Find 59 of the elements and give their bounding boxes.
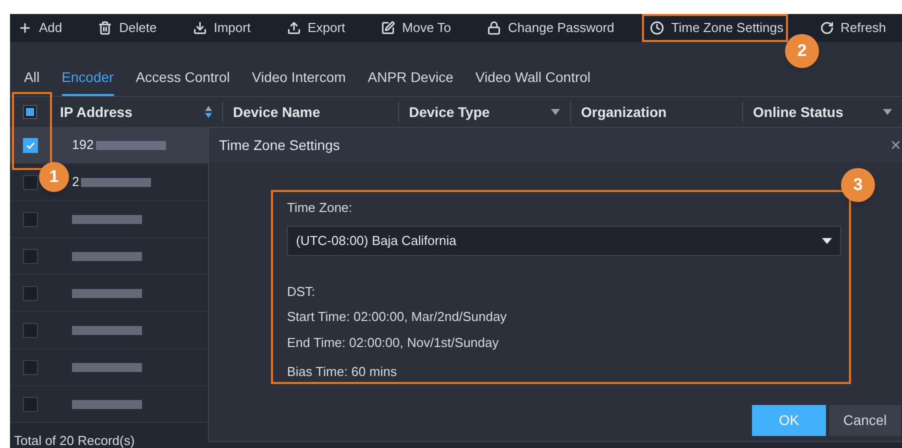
dialog-title: Time Zone Settings — [219, 136, 340, 155]
blurred-ip-address — [96, 140, 166, 150]
end-time-text: End Time: 02:00:00, Nov/1st/Sunday — [287, 334, 500, 352]
column-header: Device Type — [409, 102, 490, 122]
lock-icon — [487, 21, 502, 35]
column-header: Online Status — [753, 102, 844, 122]
checkmark-icon — [26, 142, 34, 148]
ip-address-text: 2 — [72, 173, 80, 192]
blurred-ip-address — [72, 214, 142, 224]
toolbar-button[interactable]: Add — [18, 18, 62, 38]
row-checkbox[interactable] — [22, 322, 38, 338]
toolbar-button[interactable]: Import — [192, 18, 251, 38]
blurred-ip-address — [72, 362, 142, 372]
row-checkbox[interactable] — [22, 248, 38, 264]
device-tab[interactable]: ANPR Device — [368, 67, 454, 96]
time-zone-dropdown[interactable]: (UTC-08:00) Baja California — [287, 226, 841, 256]
blurred-ip-address — [72, 252, 142, 260]
record-count: Total of 20 Record(s) — [14, 434, 135, 448]
edit-icon — [381, 21, 396, 35]
cancel-button[interactable]: Cancel — [829, 405, 901, 436]
toolbar-button[interactable]: Move To — [381, 18, 452, 38]
toolbar-button[interactable]: Refresh — [820, 18, 886, 38]
device-tab[interactable]: Video Intercom — [252, 67, 346, 96]
ip-address-text: 192 — [72, 136, 94, 154]
toolbar-button[interactable]: Time Zone Settings — [650, 18, 784, 38]
column-header: Device Name — [233, 102, 320, 122]
column-header: IP Address — [60, 102, 132, 122]
row-checkbox[interactable] — [22, 212, 38, 226]
trash-icon — [98, 21, 112, 35]
column-header: Organization — [581, 102, 667, 122]
clock-icon — [650, 21, 664, 35]
row-checkbox[interactable] — [22, 138, 38, 152]
row-checkbox[interactable] — [22, 360, 38, 374]
dst-label: DST: — [287, 282, 316, 300]
filter-caret-icon[interactable] — [883, 109, 892, 115]
sort-icon[interactable] — [205, 106, 212, 118]
toolbar-button[interactable]: Delete — [98, 18, 157, 38]
refresh-icon — [820, 21, 834, 35]
plus-icon — [18, 21, 32, 35]
blurred-ip-address — [72, 288, 142, 298]
blurred-ip-address — [72, 400, 142, 408]
filter-caret-icon[interactable] — [551, 109, 560, 115]
toolbar-button[interactable]: Export — [286, 18, 346, 38]
start-time-text: Start Time: 02:00:00, Mar/2nd/Sunday — [287, 308, 508, 326]
field-label: Time Zone: — [287, 199, 354, 217]
row-checkbox[interactable] — [22, 396, 38, 412]
row-checkbox[interactable] — [22, 174, 38, 190]
device-tab[interactable]: All — [24, 67, 40, 96]
toolbar-button[interactable]: Change Password — [487, 18, 614, 38]
upload-icon — [286, 21, 301, 35]
device-tab[interactable]: Video Wall Control — [475, 67, 591, 96]
blurred-ip-address — [81, 178, 152, 186]
close-button[interactable]: × — [890, 136, 901, 154]
bias-time-text: Bias Time: 60 mins — [287, 363, 398, 381]
row-checkbox[interactable] — [22, 286, 38, 300]
select-all-checkbox[interactable] — [23, 105, 37, 119]
device-tab[interactable]: Access Control — [136, 67, 230, 96]
download-icon — [192, 21, 207, 35]
blurred-ip-address — [72, 326, 142, 334]
